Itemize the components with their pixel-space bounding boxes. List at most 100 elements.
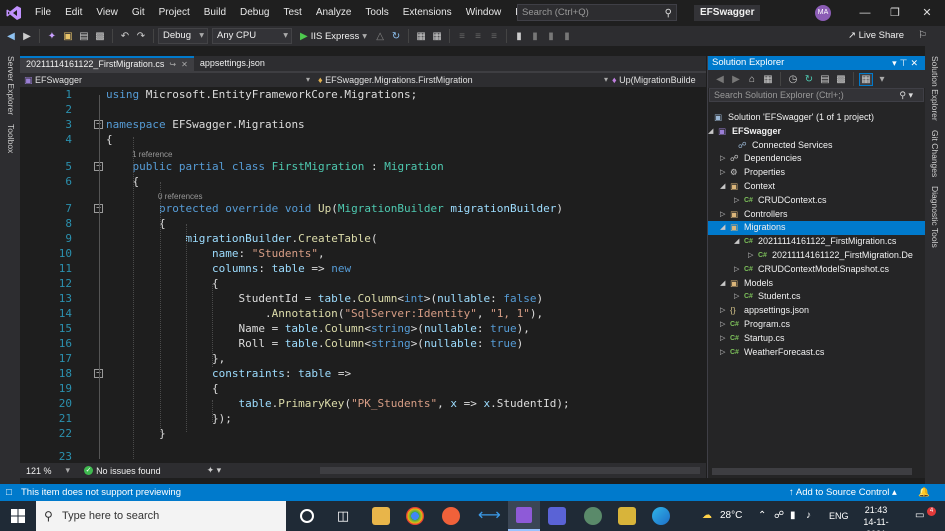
language-indicator[interactable]: ENG xyxy=(829,501,849,531)
indent-icon[interactable]: ≡ xyxy=(487,31,501,42)
collapse-arrow-icon[interactable]: ▷ xyxy=(720,304,725,318)
bookmark-icon[interactable]: ▮ xyxy=(512,31,526,42)
code-line[interactable]: 23 xyxy=(20,449,706,463)
edge-icon[interactable] xyxy=(652,507,670,525)
tree-item-program-cs[interactable]: ▷ C# Program.cs xyxy=(708,318,925,332)
code-line[interactable]: 18− constraints: table => xyxy=(20,366,706,381)
panel-controls[interactable]: ▾⊤✕ xyxy=(892,56,921,70)
server-explorer-tab[interactable]: Server Explorer xyxy=(6,56,16,115)
menu-debug[interactable]: Debug xyxy=(233,0,276,26)
chevron-up-icon[interactable]: ⌃ xyxy=(758,501,766,531)
system-clock[interactable]: 21:43 14-11-2021 xyxy=(856,504,896,531)
sync-icon[interactable]: ↻ xyxy=(802,74,816,85)
run-button[interactable]: ▶ IIS Express ▾ xyxy=(300,31,367,42)
show-all-files-icon[interactable]: ▩ xyxy=(834,74,848,85)
collapse-arrow-icon[interactable]: ▷ xyxy=(720,318,725,332)
code-line[interactable]: 20 table.PrimaryKey("PK_Students", x => … xyxy=(20,396,706,411)
tab-appsettings[interactable]: appsettings.json xyxy=(194,56,271,71)
horizontal-scrollbar[interactable] xyxy=(320,467,700,474)
feedback-icon[interactable]: ⚐ xyxy=(918,26,927,46)
source-control-button[interactable]: ↑ Add to Source Control ▴ xyxy=(789,484,897,501)
collapse-arrow-icon[interactable]: ▷ xyxy=(720,208,725,222)
save-all-icon[interactable]: ▩ xyxy=(93,31,107,42)
tree-item-appsettings-json[interactable]: ▷ {} appsettings.json xyxy=(708,304,925,318)
close-icon[interactable]: ✕ xyxy=(911,0,943,26)
restore-icon[interactable]: ❐ xyxy=(879,0,911,26)
collapse-arrow-icon[interactable]: ▷ xyxy=(720,346,725,360)
tab-first-migration[interactable]: 20211114161122_FirstMigration.cs ↪ ✕ xyxy=(20,56,194,71)
expand-arrow-icon[interactable]: ◢ xyxy=(720,221,725,235)
minimize-icon[interactable]: — xyxy=(849,0,881,26)
visual-studio-logo-icon[interactable] xyxy=(0,0,28,26)
weather-icon[interactable]: ☁ xyxy=(702,501,712,531)
forward-icon[interactable]: ▶ xyxy=(729,74,743,85)
back-icon[interactable]: ◀ xyxy=(4,31,18,42)
tree-item-migrations[interactable]: ◢ ▣ Migrations xyxy=(708,221,925,236)
browser-link-icon[interactable]: ▦ xyxy=(414,31,428,42)
collapse-arrow-icon[interactable]: ▷ xyxy=(720,152,725,166)
collapse-arrow-icon[interactable]: ▷ xyxy=(720,166,725,180)
search-input[interactable]: Search (Ctrl+Q) ⚲ xyxy=(517,4,677,21)
expand-arrow-icon[interactable]: ◢ xyxy=(720,277,725,291)
tree-item-20211114161122-firstmigration-de[interactable]: ▷ C# 20211114161122_FirstMigration.De xyxy=(708,249,925,263)
history-icon[interactable]: ◷ xyxy=(786,74,800,85)
menu-window[interactable]: Window xyxy=(459,0,509,26)
menu-analyze[interactable]: Analyze xyxy=(309,0,359,26)
code-line[interactable]: 15 Name = table.Column<string>(nullable:… xyxy=(20,321,706,336)
tree-item-dependencies[interactable]: ▷ ☍ Dependencies xyxy=(708,152,925,166)
back-icon[interactable]: ◀ xyxy=(713,74,727,85)
chevron-down-icon[interactable]: ▾ xyxy=(66,465,71,476)
close-tab-icon[interactable]: ✕ xyxy=(181,58,188,71)
tree-item-crudcontextmodelsnapshot-cs[interactable]: ▷ C# CRUDContextModelSnapshot.cs xyxy=(708,263,925,277)
fire-icon[interactable]: △ xyxy=(373,31,387,42)
menu-tools[interactable]: Tools xyxy=(358,0,395,26)
code-line[interactable]: 4{ xyxy=(20,132,706,147)
tree-item-controllers[interactable]: ▷ ▣ Controllers xyxy=(708,208,925,222)
code-line[interactable]: 22 } xyxy=(20,426,706,441)
cortana-icon[interactable] xyxy=(300,509,314,523)
weather-temperature[interactable]: 28°C xyxy=(720,501,742,531)
code-line[interactable]: 3−namespace EFSwagger.Migrations xyxy=(20,117,706,132)
expand-arrow-icon[interactable]: ◢ xyxy=(720,180,725,194)
tree-item-connected-services[interactable]: ☍ Connected Services xyxy=(708,139,925,153)
platform-dropdown[interactable]: Any CPU ▾ xyxy=(212,28,292,44)
code-line[interactable]: 16 Roll = table.Column<string>(nullable:… xyxy=(20,336,706,351)
bookmark-prev-icon[interactable]: ▮ xyxy=(528,31,542,42)
code-line[interactable]: 8 { xyxy=(20,216,706,231)
switch-views-icon[interactable]: ▦ xyxy=(761,74,775,85)
network-icon[interactable]: ☍ xyxy=(774,501,784,531)
file-explorer-icon[interactable] xyxy=(372,507,390,525)
uncomment-icon[interactable]: ≡ xyxy=(471,31,485,42)
code-line[interactable]: 2 xyxy=(20,102,706,117)
live-share-button[interactable]: ↗ Live Share xyxy=(848,26,904,46)
task-view-icon[interactable]: ◫ xyxy=(334,507,352,525)
tree-item-efswagger[interactable]: ◢ ▣ EFSwagger xyxy=(708,125,925,139)
tree-item-context[interactable]: ◢ ▣ Context xyxy=(708,180,925,194)
code-line[interactable]: 7− protected override void Up(MigrationB… xyxy=(20,201,706,216)
menu-build[interactable]: Build xyxy=(197,0,233,26)
collapse-arrow-icon[interactable]: ▷ xyxy=(734,194,739,208)
notification-center-icon[interactable]: ▭ xyxy=(915,501,924,531)
properties-icon[interactable]: ▦ xyxy=(859,72,873,86)
code-editor[interactable]: 1 reference 0 references 1 using Microsof… xyxy=(20,87,706,463)
code-line[interactable]: 19 { xyxy=(20,381,706,396)
collapse-arrow-icon[interactable]: ▷ xyxy=(748,249,753,263)
code-line[interactable]: 17 }, xyxy=(20,351,706,366)
pin-icon[interactable]: ↪ xyxy=(169,58,176,71)
new-project-icon[interactable]: ✦ xyxy=(45,31,59,42)
tree-item-20211114161122-firstmigration-cs[interactable]: ◢ C# 20211114161122_FirstMigration.cs xyxy=(708,235,925,249)
tree-item-crudcontext-cs[interactable]: ▷ C# CRUDContext.cs xyxy=(708,194,925,208)
open-folder-icon[interactable]: ▣ xyxy=(61,31,75,42)
horizontal-scrollbar[interactable] xyxy=(712,468,912,475)
taskbar-search-input[interactable]: ⚲ Type here to search xyxy=(36,501,286,531)
tree-item-student-cs[interactable]: ▷ C# Student.cs xyxy=(708,290,925,304)
type-dropdown[interactable]: ♦ EFSwagger.Migrations.FirstMigration xyxy=(318,73,608,87)
pin-icon[interactable]: ⊤ xyxy=(900,58,911,68)
cleanup-icon[interactable]: ✦ ▾ xyxy=(207,465,222,476)
configuration-dropdown[interactable]: Debug ▾ xyxy=(158,28,208,44)
start-button[interactable] xyxy=(0,501,36,531)
battery-icon[interactable]: ▮ xyxy=(790,501,796,531)
notifications-bell-icon[interactable]: 🔔 xyxy=(918,484,930,501)
menu-edit[interactable]: Edit xyxy=(58,0,89,26)
menu-file[interactable]: File xyxy=(28,0,58,26)
